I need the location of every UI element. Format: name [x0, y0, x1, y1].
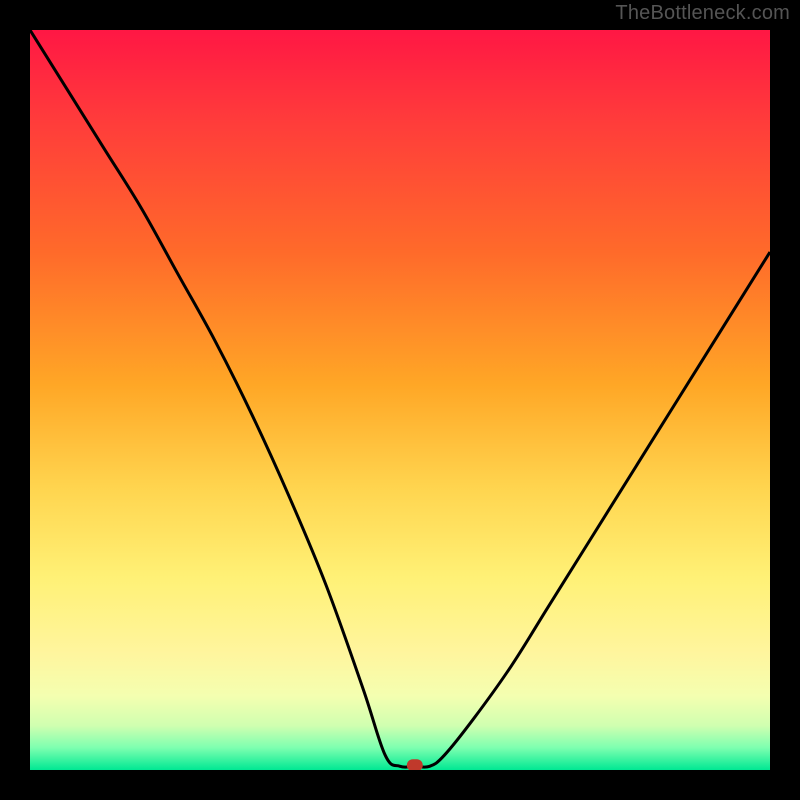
- watermark-text: TheBottleneck.com: [615, 2, 790, 25]
- optimum-marker: [407, 759, 423, 770]
- plot-area: [30, 30, 770, 770]
- gradient-background: [30, 30, 770, 770]
- chart-frame: TheBottleneck.com: [0, 0, 800, 800]
- chart-svg: [30, 30, 770, 770]
